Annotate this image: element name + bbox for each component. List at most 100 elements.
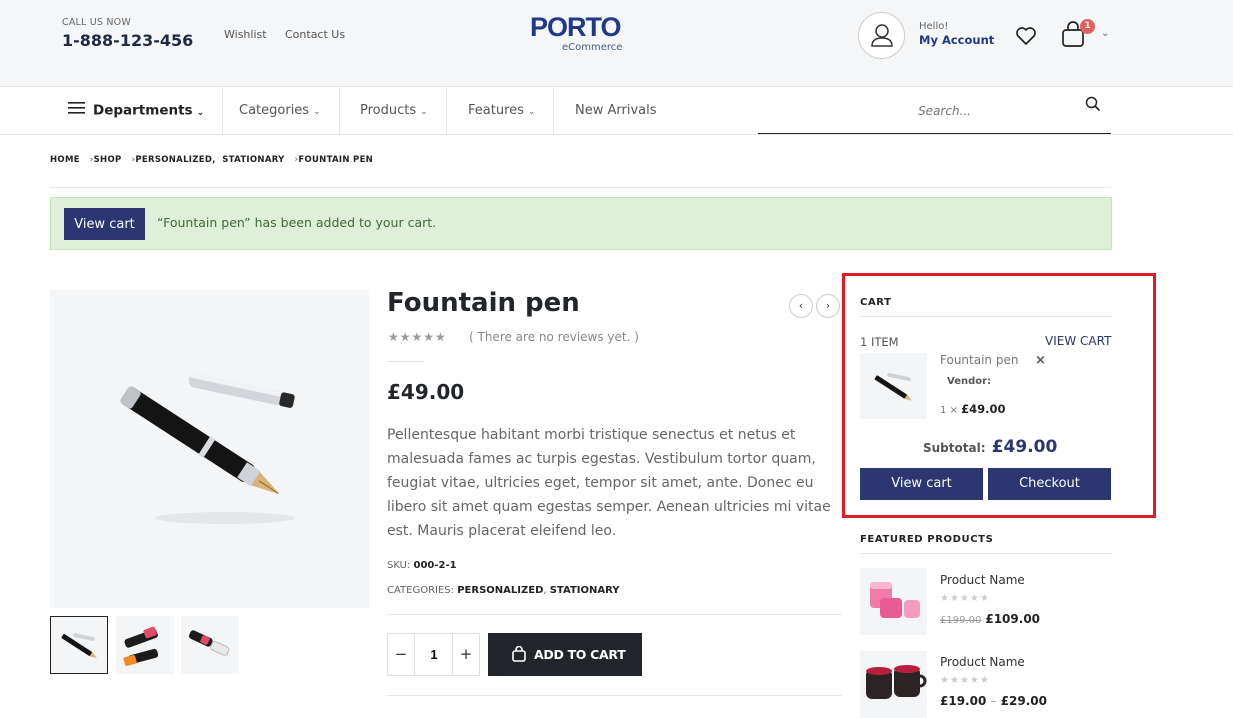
nav-products-label: Products bbox=[360, 103, 417, 118]
breadcrumb: HOME ›SHOP ›PERSONALIZED, STATIONARY ›FOUNT… bbox=[50, 155, 373, 165]
search-input[interactable] bbox=[758, 101, 971, 121]
nav-new-arrivals[interactable]: New Arrivals bbox=[557, 87, 675, 134]
phone-number[interactable]: 1-888-123-456 bbox=[62, 31, 193, 50]
cart-item-quantity: 1 × £49.00 bbox=[940, 402, 1006, 416]
product-description: Pellentesque habitant morbi tristique se… bbox=[387, 427, 831, 539]
rating-stars: ★★★★★ bbox=[388, 330, 447, 344]
price-separator: – bbox=[990, 694, 997, 708]
cart-subtotal: Subtotal: £49.00 bbox=[923, 437, 1057, 457]
featured-product-rating: ★★★★★ bbox=[940, 593, 990, 604]
nav-categories-label: Categories bbox=[239, 103, 310, 118]
breadcrumb-shop[interactable]: SHOP bbox=[94, 155, 122, 165]
view-cart-link[interactable]: VIEW CART bbox=[1045, 334, 1111, 348]
quantity-stepper: − + bbox=[387, 633, 480, 676]
product-main-image[interactable] bbox=[50, 290, 369, 608]
add-to-cart-label: ADD TO CART bbox=[534, 647, 626, 662]
bag-icon bbox=[512, 646, 526, 662]
featured-product-price: £19.00 – £29.00 bbox=[940, 694, 1047, 708]
chevron-down-icon: ⌄ bbox=[313, 107, 321, 117]
next-product-icon[interactable]: › bbox=[816, 294, 840, 318]
categories-label: CATEGORIES: bbox=[387, 585, 455, 596]
account-icon[interactable] bbox=[858, 12, 905, 59]
cart-count-badge: 1 bbox=[1080, 19, 1095, 34]
cart-item-vendor: Vendor: bbox=[947, 376, 992, 387]
subtotal-value: £49.00 bbox=[991, 437, 1058, 457]
divider bbox=[387, 695, 842, 696]
old-price: £199.00 bbox=[940, 615, 982, 626]
chevron-down-icon: ⌄ bbox=[196, 107, 205, 118]
widget-view-cart-button[interactable]: View cart bbox=[860, 468, 983, 500]
featured-product-name[interactable]: Product Name bbox=[940, 573, 1025, 587]
featured-product-image[interactable] bbox=[860, 568, 927, 635]
product-thumbnail[interactable] bbox=[50, 616, 108, 674]
breadcrumb-stationary[interactable]: STATIONARY bbox=[222, 155, 284, 165]
product-thumbnail[interactable] bbox=[116, 616, 174, 674]
divider bbox=[388, 361, 424, 362]
add-to-cart-button[interactable]: ADD TO CART bbox=[488, 633, 642, 676]
category-link[interactable]: STATIONARY bbox=[550, 585, 620, 596]
notice-message: “Fountain pen” has been added to your ca… bbox=[157, 215, 437, 230]
reviews-link[interactable]: ( There are no reviews yet. ) bbox=[469, 330, 639, 344]
sku-label: SKU: bbox=[387, 560, 411, 571]
nav-products[interactable]: Products ⌄ bbox=[342, 87, 447, 134]
chevron-down-icon: ⌄ bbox=[527, 107, 536, 117]
product-sku: SKU: 000-2-1 bbox=[387, 560, 457, 571]
departments-menu[interactable]: Departments ⌄ bbox=[50, 87, 224, 134]
my-account-link[interactable]: My Account bbox=[919, 33, 994, 47]
top-header: CALL US NOW 1-888-123-456 Wishlist Conta… bbox=[0, 0, 1233, 87]
divider bbox=[860, 553, 1112, 554]
chevron-down-icon[interactable]: ⌄ bbox=[1101, 28, 1109, 39]
wishlist-link[interactable]: Wishlist bbox=[224, 28, 267, 41]
call-us-label: CALL US NOW bbox=[62, 17, 131, 28]
featured-product-name[interactable]: Product Name bbox=[940, 655, 1025, 669]
main-navigation: Departments ⌄ Categories ⌄ Products ⌄ Featu… bbox=[0, 87, 1233, 135]
product-thumbnail[interactable] bbox=[181, 616, 239, 674]
breadcrumb-current: FOUNTAIN PEN bbox=[298, 155, 374, 165]
product-title: Fountain pen bbox=[387, 288, 580, 318]
cart-item-thumbnail[interactable] bbox=[860, 353, 927, 419]
breadcrumb-personalized[interactable]: PERSONALIZED, bbox=[135, 155, 215, 165]
remove-item-icon[interactable]: × bbox=[1035, 353, 1046, 368]
divider bbox=[387, 614, 842, 615]
hamburger-icon bbox=[68, 87, 85, 134]
product-categories: CATEGORIES: PERSONALIZED, STATIONARY bbox=[387, 585, 620, 596]
nav-categories[interactable]: Categories ⌄ bbox=[221, 87, 340, 134]
sale-price: £109.00 bbox=[985, 612, 1041, 626]
nav-new-arrivals-label: New Arrivals bbox=[575, 103, 657, 118]
departments-label: Departments bbox=[93, 102, 193, 119]
product-price: £49.00 bbox=[387, 380, 465, 404]
cart-item-qty: 1 × bbox=[940, 405, 958, 416]
checkout-button[interactable]: Checkout bbox=[988, 468, 1111, 500]
contact-us-link[interactable]: Contact Us bbox=[285, 28, 345, 41]
cart-item-count: 1 ITEM bbox=[860, 335, 899, 349]
account-hello: Hello! bbox=[919, 21, 949, 32]
quantity-input[interactable] bbox=[416, 634, 452, 675]
category-link[interactable]: PERSONALIZED bbox=[457, 585, 543, 596]
search-icon[interactable] bbox=[1084, 95, 1102, 113]
subtotal-label: Subtotal: bbox=[923, 441, 986, 455]
previous-product-icon[interactable]: ‹ bbox=[789, 294, 813, 318]
search-box bbox=[758, 87, 1111, 134]
nav-features-label: Features bbox=[468, 103, 524, 118]
cart-item-price: £49.00 bbox=[961, 402, 1006, 416]
wishlist-heart-icon[interactable] bbox=[1014, 24, 1038, 48]
quantity-increase-button[interactable]: + bbox=[452, 634, 479, 675]
logo-text: PORTO bbox=[530, 12, 622, 42]
quantity-decrease-button[interactable]: − bbox=[388, 634, 415, 675]
logo-subtext: eCommerce bbox=[562, 42, 623, 53]
featured-product-image[interactable] bbox=[860, 651, 927, 718]
chevron-down-icon: ⌄ bbox=[420, 107, 428, 117]
breadcrumb-home[interactable]: HOME bbox=[50, 155, 80, 165]
cart-widget-title: CART bbox=[860, 297, 892, 308]
price-to: £29.00 bbox=[1000, 694, 1047, 708]
added-to-cart-notice: View cart “Fountain pen” has been added … bbox=[50, 197, 1112, 250]
featured-products-title: FEATURED PRODUCTS bbox=[860, 534, 994, 545]
divider bbox=[50, 187, 1111, 188]
sku-value: 000-2-1 bbox=[413, 560, 457, 571]
featured-product-rating: ★★★★★ bbox=[940, 675, 990, 686]
price-from: £19.00 bbox=[940, 694, 987, 708]
cart-item-name[interactable]: Fountain pen bbox=[940, 353, 1018, 367]
site-logo[interactable]: PORTO eCommerce bbox=[530, 12, 635, 58]
notice-view-cart-button[interactable]: View cart bbox=[64, 208, 145, 240]
nav-features[interactable]: Features ⌄ bbox=[450, 87, 555, 134]
